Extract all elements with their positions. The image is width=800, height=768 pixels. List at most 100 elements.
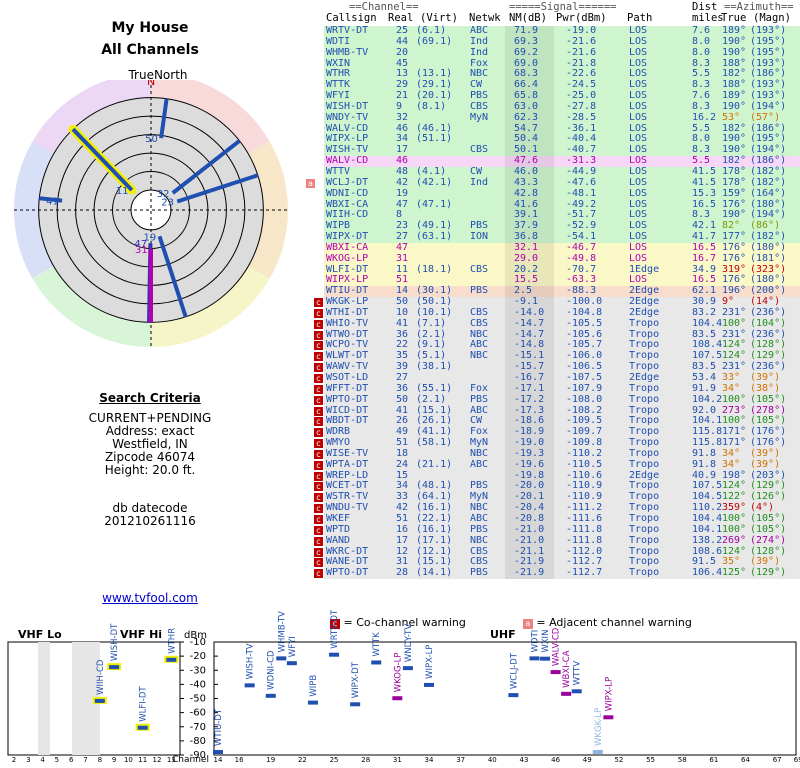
cell-tr: 53° [722,111,741,123]
x-tick-label: 46 [551,756,560,764]
cell-call: WKOG-LP [326,252,369,264]
adjacent-channel-warning-icon: a [306,178,315,188]
co-channel-warning-icon: c [314,504,323,514]
cell-path: LOS [629,46,648,58]
cell-net: ION [470,231,489,243]
signal-bar-label: WTHR [167,628,177,654]
cell-real: 32 [396,111,409,123]
cell-pwr: -49.8 [566,252,597,264]
x-tick-label: 4 [40,756,45,764]
signal-bar-label: WIPX-LP [604,677,614,711]
cell-mg: (195°) [750,46,787,58]
cell-pwr: -105.5 [566,317,603,329]
cell-call: WHIO-TV [326,317,369,329]
cell-tr: 100° [722,317,747,329]
cell-net: Ind [470,46,489,58]
co-channel-warning-icon: c [314,319,323,329]
cell-dist: 104.4 [692,317,723,329]
signal-bar-label: WKGK-LP [594,708,604,746]
co-channel-warning-icon: c [314,471,323,481]
cell-nm: -14.7 [514,317,545,329]
y-tick-label: -20 [190,651,206,662]
x-tick-label: 34 [425,756,434,764]
cell-call: WNDY-TV [326,111,369,123]
cell-nm: -21.0 [514,534,545,546]
x-tick-label: 67 [773,756,782,764]
table-row: WHMB-TV 20 Ind 69.2 -21.6 LOS 8.0 190° (195°) [304,46,800,59]
cell-real: 28 [396,567,409,579]
cell-path: Tropo [629,534,660,546]
col-header-virt: (Virt) [420,12,458,24]
x-tick-label: 19 [266,756,275,764]
signal-bar-label: WIIH-CD [96,659,106,695]
signal-bar-label: WRTV-DT [330,610,340,649]
cell-pwr: -112.7 [566,567,603,579]
cell-path: Tropo [629,317,660,329]
cell-nm: -21.9 [514,567,545,579]
signal-bar [244,683,255,688]
cell-virt: (18.1) [416,263,453,275]
cell-virt: (47.1) [416,198,453,210]
cell-net: NBC [470,534,489,546]
signal-bar-label: WLFI-DT [139,686,149,722]
table-body: WRTV-DT 25 (6.1) ABC 71.9 -19.0 LOS 7.6 189° (193… [304,25,800,580]
y-tick-label: -40 [190,679,206,690]
search-criteria-heading: Search Criteria [99,391,201,405]
signal-bar-label: WIPB [309,675,319,697]
x-tick-label: 61 [709,756,718,764]
table-row: WKOG-LP 31 29.0 -49.8 LOS 16.7 176° (181°) [304,252,800,265]
x-tick-label: 69 [794,756,800,764]
x-tick-label: 64 [741,756,750,764]
col-header-nm: NM(dB) [509,12,547,24]
cell-net: PBS [470,285,489,297]
co-channel-warning-icon: c [314,525,323,535]
cell-net: CBS [470,263,489,275]
signal-bar-label: WIPX-LP [425,645,435,679]
co-channel-warning-icon: c [314,514,323,524]
cell-virt: (17.1) [416,534,453,546]
cell-dist: 16.7 [692,252,717,264]
cell-call: WDNI-CD [326,187,369,199]
cell-dist: 138.2 [692,534,723,546]
x-tick-label: 5 [55,756,59,764]
cell-virt: (63.1) [416,231,453,243]
cell-path: LOS [629,187,648,199]
cell-mg: (57°) [750,111,781,123]
cell-virt: (51.1) [416,133,453,145]
signal-bar [540,656,551,661]
cell-call: WHMB-TV [326,46,369,58]
cell-net: MyN [470,111,489,123]
cell-nm: 69.2 [514,46,539,58]
co-channel-warning-icon: c [314,449,323,459]
table-row: WNDY-TV 32 MyN 62.3 -28.5 LOS 16.2 53° (57°) [304,111,800,124]
uhf-plot-area [213,641,797,756]
co-channel-warning-icon: c [314,374,323,383]
cell-nm: 29.0 [514,252,539,264]
x-tick-label: 3 [26,756,30,764]
cell-dist: 104.2 [692,393,723,405]
y-tick-label: -10 [190,637,206,648]
cell-path: LOS [629,111,648,123]
signal-bar [350,702,361,707]
tvfool-link[interactable]: www.tvfool.com [0,591,300,605]
x-tick-label: 28 [361,756,370,764]
co-channel-warning-icon: c [314,482,323,492]
band-label: VHF Hi [120,628,162,641]
signal-bar-label: WALV-CD [552,627,562,666]
x-tick-label: 40 [488,756,497,764]
co-channel-warning-icon: c [314,341,323,351]
cell-real: 17 [396,534,409,546]
co-channel-warning-icon: c [314,439,323,449]
x-tick-label: 9 [112,756,116,764]
cell-mg: (274°) [750,534,787,546]
signal-bar-label: WISH-TV [246,643,256,679]
table-row: WDNI-CD 19 42.8 -48.1 LOS 15.3 159° (164°) [304,187,800,200]
left-panel: My House All Channels TrueNorth N 50 11 32 2… [0,0,300,610]
cell-dist: 15.3 [692,187,717,199]
x-tick-label: 2 [12,756,16,764]
col-header-pwr: Pwr(dBm) [556,12,607,24]
co-channel-warning-icon: c [314,417,323,427]
cell-dist: 16.2 [692,111,717,123]
table-row: c WHIO-TV 41 (7.1) CBS -14.7 -105.5 Tropo 104.4 1… [304,317,800,330]
x-tick-label: 6 [69,756,74,764]
